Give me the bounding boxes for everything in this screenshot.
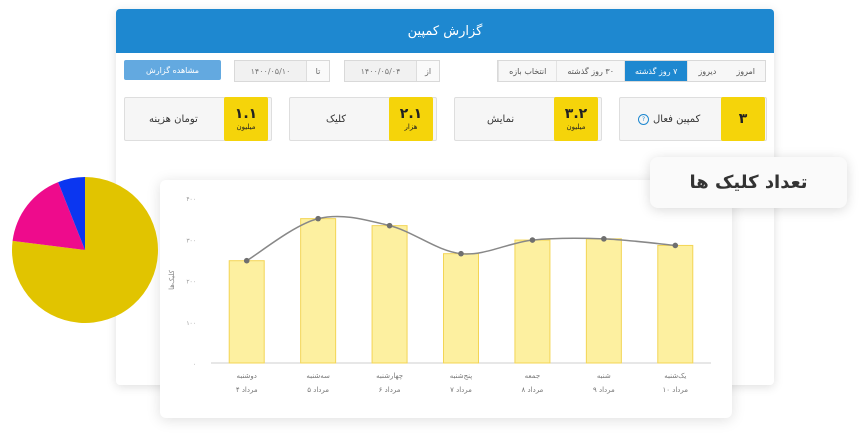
tab-yesterday[interactable]: دیروز <box>687 61 726 81</box>
trend-point[interactable] <box>243 257 250 264</box>
cost-unit: میلیون <box>236 122 256 131</box>
active-campaigns-title: ? کمپین فعال <box>638 98 700 140</box>
clicks-unit: هزار <box>404 122 418 131</box>
trend-point[interactable] <box>601 236 607 242</box>
clicks-card: ۲.۱ هزار کلیک <box>289 97 437 141</box>
to-date-label: تا <box>306 61 329 81</box>
active-campaigns-badge: ۳ <box>721 97 765 141</box>
impressions-card: ۳.۲ میلیون نمایش <box>454 97 602 141</box>
from-date-label: از <box>416 61 439 81</box>
from-date-field[interactable]: از ۱۴۰۰/۰۵/۰۴ <box>344 60 440 82</box>
x-tick-label: چهارشنبه <box>376 372 403 380</box>
x-tick-label: یک‌شنبه <box>664 372 686 380</box>
active-campaigns-value: ۳ <box>738 110 748 127</box>
pie-chart <box>11 177 159 323</box>
y-axis-label: کلیک‌ها <box>168 269 176 290</box>
x-tick-label: جمعه <box>525 372 541 380</box>
x-tick-label: پنج‌شنبه <box>450 372 472 380</box>
view-report-button[interactable]: مشاهده گزارش <box>124 60 221 80</box>
x-tick-label: شنبه <box>597 372 611 380</box>
impressions-label: نمایش <box>487 113 515 125</box>
to-date-field[interactable]: تا ۱۴۰۰/۰۵/۱۰ <box>234 60 330 82</box>
trend-point[interactable] <box>529 237 536 243</box>
to-date-value: ۱۴۰۰/۰۵/۱۰ <box>250 66 291 76</box>
impressions-badge: ۳.۲ میلیون <box>554 97 598 141</box>
x-tick-sublabel: ۷ مرداد <box>450 386 472 394</box>
tab-last-30-days[interactable]: ۳۰ روز گذشته <box>556 61 624 81</box>
active-campaigns-card: ۳ ? کمپین فعال <box>619 97 767 141</box>
y-tick-label: ۲۰۰ <box>186 279 196 286</box>
x-tick-sublabel: ۵ مرداد <box>307 386 329 394</box>
cost-card: ۱.۱ میلیون تومان هزینه <box>124 97 272 141</box>
impressions-value: ۳.۲ <box>564 105 588 122</box>
y-tick-label: ۴۰۰ <box>186 196 196 203</box>
bar[interactable] <box>228 260 265 364</box>
trend-point[interactable] <box>458 250 464 257</box>
trend-point[interactable] <box>386 222 393 229</box>
x-tick-sublabel: ۸ مرداد <box>522 386 544 394</box>
trend-point[interactable] <box>672 242 679 249</box>
x-tick-label: دوشنبه <box>237 372 257 380</box>
date-range-tabs: امروز دیروز ۷ روز گذشته ۳۰ روز گذشته انت… <box>497 60 766 82</box>
y-tick-label: ۰ <box>193 361 196 368</box>
trend-point[interactable] <box>315 215 321 222</box>
clicks-chart-card: ۰ ۱۰۰ ۲۰۰ ۳۰۰ ۴۰۰ کلیک‌ها دوشنبه ۴ مرداد سه‌شنبه… <box>160 180 732 418</box>
tab-today[interactable]: امروز <box>726 61 765 81</box>
x-tick-sublabel: ۱۰ مرداد <box>663 386 689 394</box>
clicks-value: ۲.۱ <box>399 105 423 122</box>
x-tick-sublabel: ۶ مرداد <box>379 386 401 394</box>
x-tick-sublabel: ۴ مرداد <box>236 386 258 394</box>
bar[interactable] <box>371 225 408 364</box>
info-icon[interactable]: ? <box>638 113 649 125</box>
y-tick-label: ۳۰۰ <box>186 237 196 244</box>
y-tick-label: ۱۰۰ <box>186 320 196 327</box>
clicks-callout: تعداد کلیک ها <box>650 157 847 208</box>
clicks-chart: ۰ ۱۰۰ ۲۰۰ ۳۰۰ ۴۰۰ کلیک‌ها دوشنبه ۴ مرداد سه‌شنبه… <box>168 196 711 394</box>
cost-label: تومان هزینه <box>149 113 198 125</box>
panel-title: گزارش کمپین <box>116 9 774 53</box>
active-campaigns-label: کمپین فعال <box>653 113 701 125</box>
clicks-badge: ۲.۱ هزار <box>389 97 433 141</box>
x-tick-label: سه‌شنبه <box>306 372 330 380</box>
bar[interactable] <box>514 239 551 364</box>
tab-custom-range[interactable]: انتخاب بازه <box>498 61 556 81</box>
clicks-label: کلیک <box>326 113 347 125</box>
impressions-unit: میلیون <box>566 122 586 131</box>
tab-last-7-days[interactable]: ۷ روز گذشته <box>624 61 688 81</box>
cost-value: ۱.۱ <box>234 105 258 122</box>
x-tick-sublabel: ۹ مرداد <box>593 386 615 394</box>
bar[interactable] <box>443 253 479 364</box>
bar[interactable] <box>657 244 694 364</box>
bar[interactable] <box>585 238 622 364</box>
cost-badge: ۱.۱ میلیون <box>224 97 268 141</box>
bar[interactable] <box>300 218 337 364</box>
from-date-value: ۱۴۰۰/۰۵/۰۴ <box>360 66 401 76</box>
